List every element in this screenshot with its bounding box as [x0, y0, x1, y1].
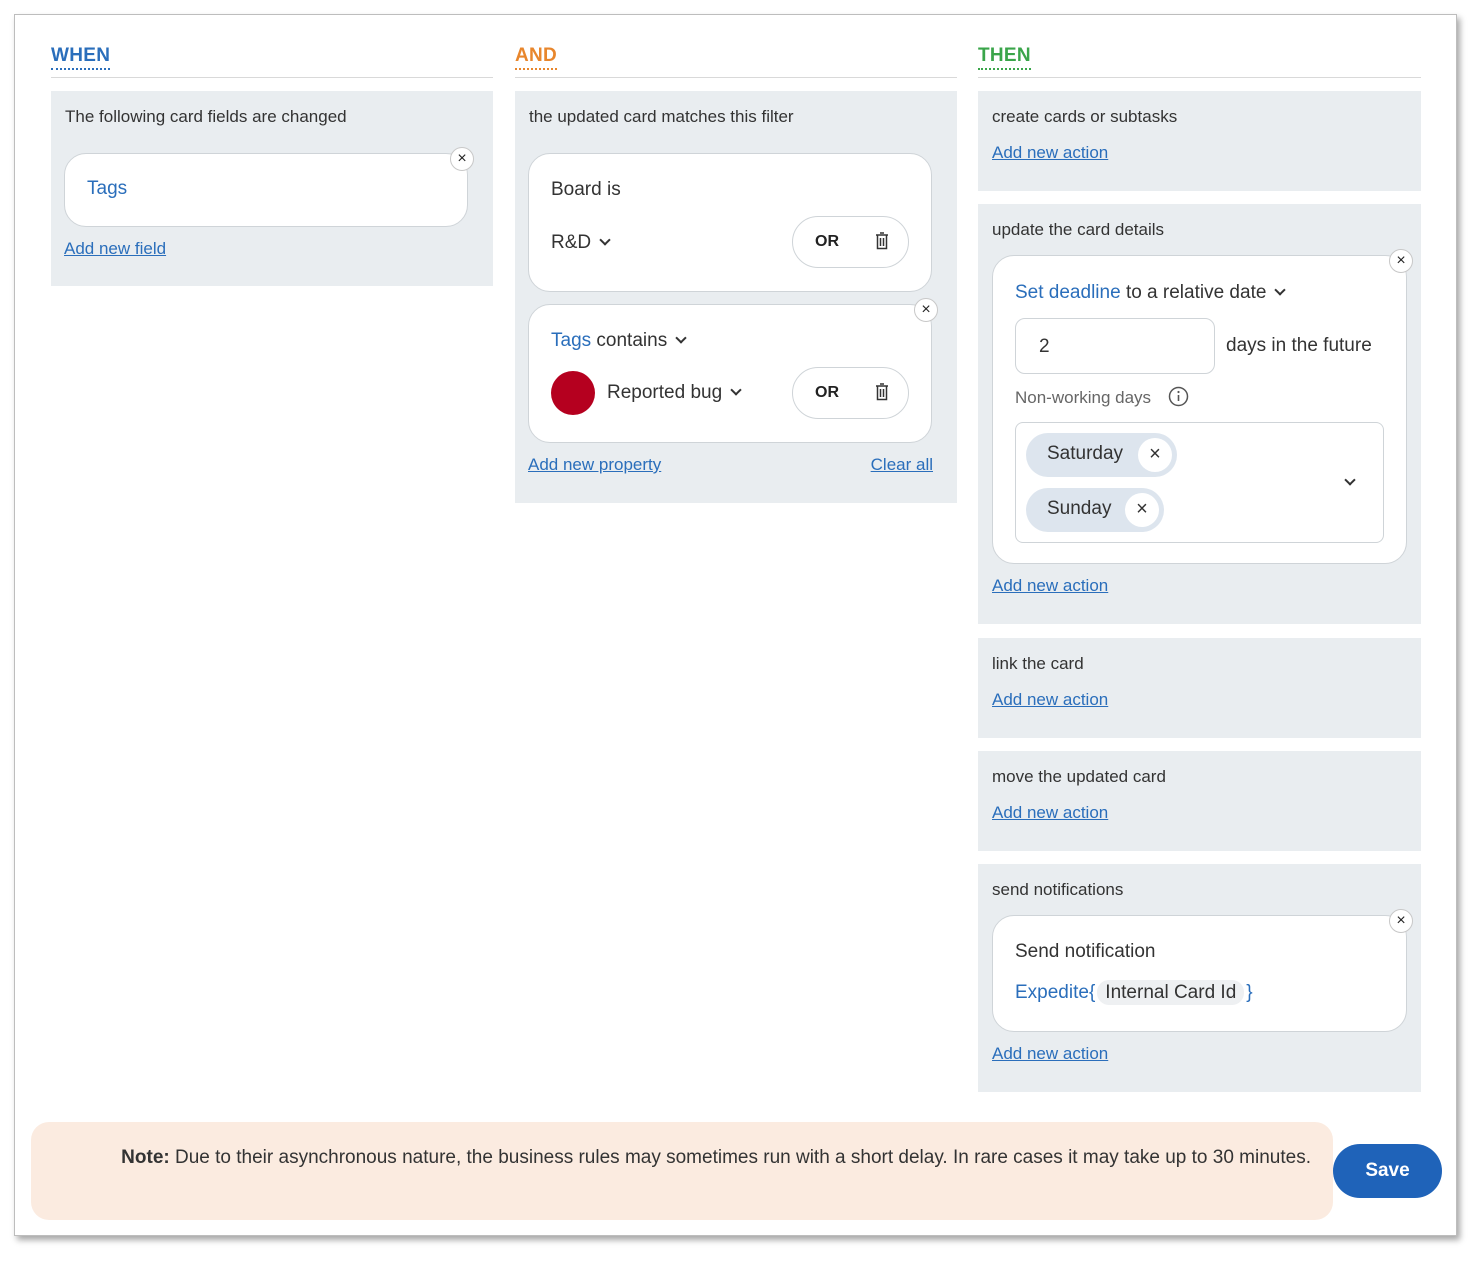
when-panel: The following card fields are changed Ta…: [51, 91, 493, 286]
board-select[interactable]: R&D: [551, 232, 611, 254]
field-tags[interactable]: Tags: [87, 178, 127, 200]
add-new-property-link[interactable]: Add new property: [528, 455, 661, 475]
deadline-action-card: Set deadline to a relative date 2 days i…: [992, 249, 1413, 564]
template-suffix: }: [1246, 982, 1253, 1003]
note-body: Due to their asynchronous nature, the bu…: [175, 1147, 1311, 1168]
create-cards-panel: create cards or subtasks Add new action: [978, 91, 1421, 191]
filter-field-tags: Tags: [551, 330, 592, 351]
and-panel: the updated card matches this filter Boa…: [515, 91, 957, 503]
chevron-down-icon: [675, 332, 687, 344]
relative-date-label: to a relative date: [1125, 282, 1267, 303]
remove-day-close-icon[interactable]: ×: [1138, 438, 1172, 472]
filter-tags-card: Tags contains Reported bug OR ×: [528, 298, 938, 443]
tags-operator-select[interactable]: Tags contains: [551, 330, 687, 352]
update-card-title: update the card details: [992, 220, 1165, 239]
when-title: WHEN: [51, 45, 111, 70]
then-title: THEN: [978, 45, 1031, 70]
or-delete-group: OR: [792, 367, 909, 419]
template-token: Internal Card Id: [1097, 980, 1245, 1005]
chevron-down-icon: [730, 384, 742, 396]
notification-action-card: Send notification Expedite{Internal Card…: [992, 909, 1413, 1032]
link-card-title: link the card: [992, 654, 1084, 673]
move-card-panel: move the updated card Add new action: [978, 751, 1421, 851]
trash-icon[interactable]: [875, 232, 889, 250]
days-input-value: 2: [1039, 336, 1050, 357]
tag-color-dot: [551, 371, 595, 415]
or-button[interactable]: OR: [815, 384, 839, 402]
day-chip-label: Sunday: [1047, 498, 1112, 519]
board-value: R&D: [551, 232, 592, 253]
remove-field-close-icon[interactable]: ×: [450, 147, 474, 171]
filter-board-card: Board is R&D OR: [528, 153, 932, 292]
deadline-mode-select[interactable]: Set deadline to a relative date: [1015, 282, 1287, 304]
nonworking-days-label: Non-working days: [1015, 388, 1152, 407]
nonworking-days-select[interactable]: Saturday × Sunday ×: [1015, 422, 1384, 543]
chevron-down-icon: [1274, 284, 1287, 296]
or-delete-group: OR: [792, 216, 909, 268]
add-new-field-link[interactable]: Add new field: [64, 239, 166, 259]
remove-filter-close-icon[interactable]: ×: [914, 298, 938, 322]
note-text: Note: Due to their asynchronous nature, …: [71, 1144, 1311, 1172]
when-panel-title: The following card fields are changed: [65, 107, 347, 126]
delay-note: Note: Due to their asynchronous nature, …: [31, 1122, 1333, 1220]
tag-value: Reported bug: [607, 382, 723, 403]
send-notifications-panel: send notifications Send notification Exp…: [978, 864, 1421, 1092]
clear-all-link[interactable]: Clear all: [871, 455, 933, 475]
day-chip: Sunday ×: [1026, 488, 1164, 532]
and-panel-title: the updated card matches this filter: [529, 107, 794, 126]
tag-value-select[interactable]: Reported bug: [607, 382, 742, 404]
chevron-down-icon[interactable]: [1344, 474, 1356, 486]
day-chip: Saturday ×: [1026, 433, 1177, 477]
add-new-action-link[interactable]: Add new action: [992, 576, 1108, 596]
add-new-action-link[interactable]: Add new action: [992, 1044, 1108, 1064]
info-icon[interactable]: [1168, 386, 1189, 407]
link-card-panel: link the card Add new action: [978, 638, 1421, 738]
filter-board-label: Board is: [551, 179, 621, 200]
send-notification-label: Send notification: [1015, 941, 1156, 962]
save-button[interactable]: Save: [1333, 1144, 1442, 1198]
chevron-down-icon: [599, 234, 611, 246]
update-card-panel: update the card details Set deadline to …: [978, 204, 1421, 624]
remove-action-close-icon[interactable]: ×: [1389, 249, 1413, 273]
add-new-action-link[interactable]: Add new action: [992, 143, 1108, 163]
create-cards-title: create cards or subtasks: [992, 107, 1178, 126]
template-prefix: Expedite{: [1015, 982, 1096, 1003]
note-label: Note:: [121, 1147, 170, 1168]
remove-day-close-icon[interactable]: ×: [1125, 493, 1159, 527]
then-header: THEN: [978, 45, 1421, 78]
business-rule-editor: WHEN The following card fields are chang…: [14, 14, 1457, 1236]
field-card: Tags ×: [64, 147, 474, 227]
when-header: WHEN: [51, 45, 493, 78]
remove-action-close-icon[interactable]: ×: [1389, 909, 1413, 933]
filter-operator: contains: [596, 330, 668, 351]
and-header: AND: [515, 45, 957, 78]
add-new-action-link[interactable]: Add new action: [992, 690, 1108, 710]
set-deadline-label: Set deadline: [1015, 282, 1121, 303]
or-button[interactable]: OR: [815, 233, 839, 251]
move-card-title: move the updated card: [992, 767, 1166, 786]
days-input[interactable]: 2: [1015, 318, 1215, 374]
trash-icon[interactable]: [875, 383, 889, 401]
days-suffix: days in the future: [1226, 335, 1372, 356]
add-new-action-link[interactable]: Add new action: [992, 803, 1108, 823]
day-chip-label: Saturday: [1047, 443, 1124, 464]
send-notifications-title: send notifications: [992, 880, 1124, 899]
notification-template[interactable]: Expedite{Internal Card Id}: [1015, 980, 1253, 1005]
and-title: AND: [515, 45, 558, 70]
